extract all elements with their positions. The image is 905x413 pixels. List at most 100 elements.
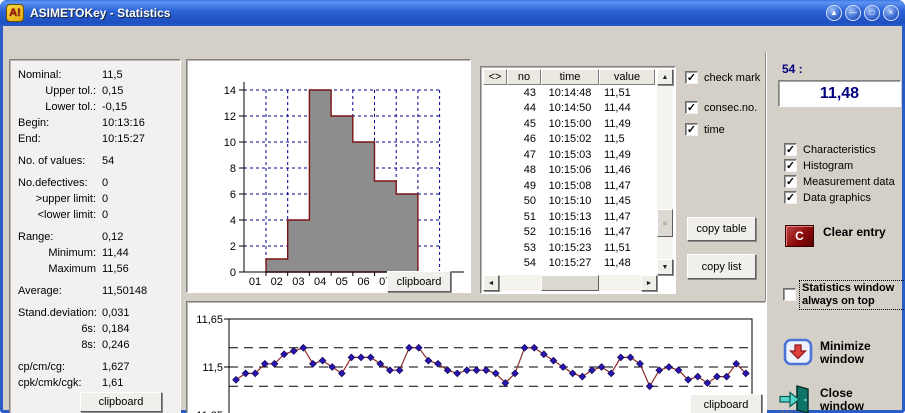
list-checkbox[interactable]: ✓ (685, 123, 698, 136)
view-option[interactable]: ✓Characteristics (784, 143, 895, 156)
svg-text:10: 10 (224, 137, 236, 149)
stat-label: Maximum (10, 263, 96, 275)
stat-value: 0,15 (102, 85, 123, 97)
svg-text:12: 12 (224, 111, 236, 123)
cell-no: 50 (507, 195, 541, 207)
view-checkbox[interactable]: ✓ (784, 175, 797, 188)
view-option[interactable]: ✓Data graphics (784, 191, 895, 204)
rollup-window-button[interactable]: ▲ (826, 5, 842, 21)
stat-label: 8s: (10, 339, 96, 351)
scroll-up-button[interactable]: ▲ (657, 69, 673, 85)
horizontal-scrollbar[interactable]: ◄ ► (483, 275, 657, 291)
stats-clipboard-button[interactable]: clipboard (80, 392, 162, 412)
cell-value: 11,5 (599, 133, 655, 145)
view-option[interactable]: ✓Histogram (784, 159, 895, 172)
list-checkbox[interactable]: ✓ (685, 101, 698, 114)
window-title: ASIMETOKey - Statistics (30, 6, 170, 20)
cell-value: 11,49 (599, 149, 655, 161)
table-body: 4310:14:4811,514410:14:5011,444510:15:00… (483, 85, 655, 271)
histogram-clipboard-button[interactable]: clipboard (387, 271, 451, 292)
title-bar[interactable]: A! ASIMETOKey - Statistics ▲—□× (0, 0, 905, 26)
stat-row: Upper tol.: 0,15 (10, 84, 180, 100)
table-row[interactable]: 4410:14:5011,44 (483, 101, 655, 117)
runchart-clipboard-button[interactable]: clipboard (690, 394, 762, 413)
table-row[interactable]: 4710:15:0311,49 (483, 147, 655, 163)
list-option[interactable]: ✓time (685, 123, 760, 136)
view-checkbox[interactable]: ✓ (784, 191, 797, 204)
table-row[interactable]: 4610:15:0211,5 (483, 132, 655, 148)
scroll-down-button[interactable]: ▼ (657, 259, 673, 275)
clear-entry-button[interactable]: C (785, 225, 814, 247)
horizontal-scroll-thumb[interactable] (541, 275, 599, 291)
table-row[interactable]: 4810:15:0611,46 (483, 163, 655, 179)
copy-table-button[interactable]: copy table (687, 217, 756, 241)
stat-label: Upper tol.: (10, 85, 96, 97)
histogram-chart: 0246810121401020304050607 (187, 60, 470, 292)
stat-label: Begin: (18, 117, 49, 129)
stat-label: Nominal: (18, 69, 61, 81)
stat-value: 11,50148 (102, 285, 147, 297)
view-checkbox[interactable]: ✓ (784, 159, 797, 172)
svg-text:4: 4 (230, 215, 236, 227)
statistics-panel: Nominal:11,5Upper tol.:0,15Lower tol.:-0… (9, 59, 181, 413)
table-row[interactable]: 4910:15:0811,47 (483, 178, 655, 194)
list-option[interactable]: ✓ consec.no. (685, 101, 760, 114)
minimize-window-icon[interactable] (783, 338, 813, 369)
stat-row: cpk/cmk/cgk:1,61 (10, 376, 180, 392)
cell-time: 10:15:27 (541, 257, 599, 269)
stat-row: No. of values:54 (10, 154, 180, 170)
stat-row: Stand.deviation:0,031 (10, 306, 180, 322)
stat-label: cpk/cmk/cgk: (18, 377, 82, 389)
cell-no: 54 (507, 257, 541, 269)
table-row[interactable]: 4310:14:4811,51 (483, 85, 655, 101)
list-options: ✓check mark✓consec.no.✓time (685, 71, 760, 136)
close-window-label[interactable]: Close window (820, 387, 882, 413)
view-option[interactable]: ✓ Measurement data (784, 175, 895, 188)
table-row[interactable]: 4510:15:0011,49 (483, 116, 655, 132)
list-checkbox[interactable]: ✓ (685, 71, 698, 84)
app-window: A! ASIMETOKey - Statistics ▲—□× Nominal:… (0, 0, 905, 413)
close-window-icon[interactable] (775, 383, 813, 413)
cell-no: 53 (507, 242, 541, 254)
vertical-scroll-thumb[interactable]: ≡ (657, 209, 673, 237)
view-checkbox[interactable]: ✓ (784, 143, 797, 156)
always-on-top-checkbox[interactable] (783, 288, 796, 301)
table-row[interactable]: 5110:15:1311,47 (483, 209, 655, 225)
scroll-left-button[interactable]: ◄ (483, 275, 499, 291)
table-header: <>notimevalue (483, 69, 655, 85)
minimize-window-label[interactable]: Minimize window (820, 340, 882, 366)
stat-value: 10:13:16 (102, 117, 145, 129)
cell-value: 11,47 (599, 211, 655, 223)
stat-row: Maximum11,56 (10, 262, 180, 278)
current-value: 11,48 (820, 85, 859, 103)
cell-no: 43 (507, 87, 541, 99)
run-chart: 11,6511,511,35 (187, 302, 765, 413)
stat-label: Lower tol.: (10, 101, 96, 113)
scroll-right-button[interactable]: ► (641, 275, 657, 291)
cell-value: 11,47 (599, 180, 655, 192)
close-window-button[interactable]: × (883, 5, 899, 21)
maximize-window-button[interactable]: □ (864, 5, 880, 21)
vertical-scrollbar[interactable]: ▲ ≡ ▼ (657, 69, 673, 275)
copy-list-button[interactable]: copy list (687, 254, 756, 279)
histogram-panel: 0246810121401020304050607 clipboard (186, 59, 471, 293)
cell-no: 51 (507, 211, 541, 223)
view-option-label: Measurement data (803, 176, 895, 188)
cell-time: 10:15:08 (541, 180, 599, 192)
run-chart-panel: 11,6511,511,35 clipboard (186, 301, 766, 413)
cell-time: 10:15:13 (541, 211, 599, 223)
svg-text:6: 6 (230, 189, 236, 201)
cell-value: 11,44 (599, 102, 655, 114)
table-row[interactable]: 5210:15:1611,47 (483, 225, 655, 241)
app-icon[interactable]: A! (6, 4, 24, 22)
list-option[interactable]: ✓check mark (685, 71, 760, 84)
view-options: ✓Characteristics✓Histogram✓Measurement d… (784, 143, 895, 207)
svg-text:11,5: 11,5 (202, 362, 223, 374)
table-row[interactable]: 5410:15:2711,48 (483, 256, 655, 272)
table-row[interactable]: 5010:15:1011,45 (483, 194, 655, 210)
minimize-window-button[interactable]: — (845, 5, 861, 21)
stat-label: No.defectives: (18, 177, 88, 189)
always-on-top-label[interactable]: Statistics window always on top (799, 280, 905, 310)
list-option-label: consec.no. (704, 102, 757, 114)
table-row[interactable]: 5310:15:2311,51 (483, 240, 655, 256)
